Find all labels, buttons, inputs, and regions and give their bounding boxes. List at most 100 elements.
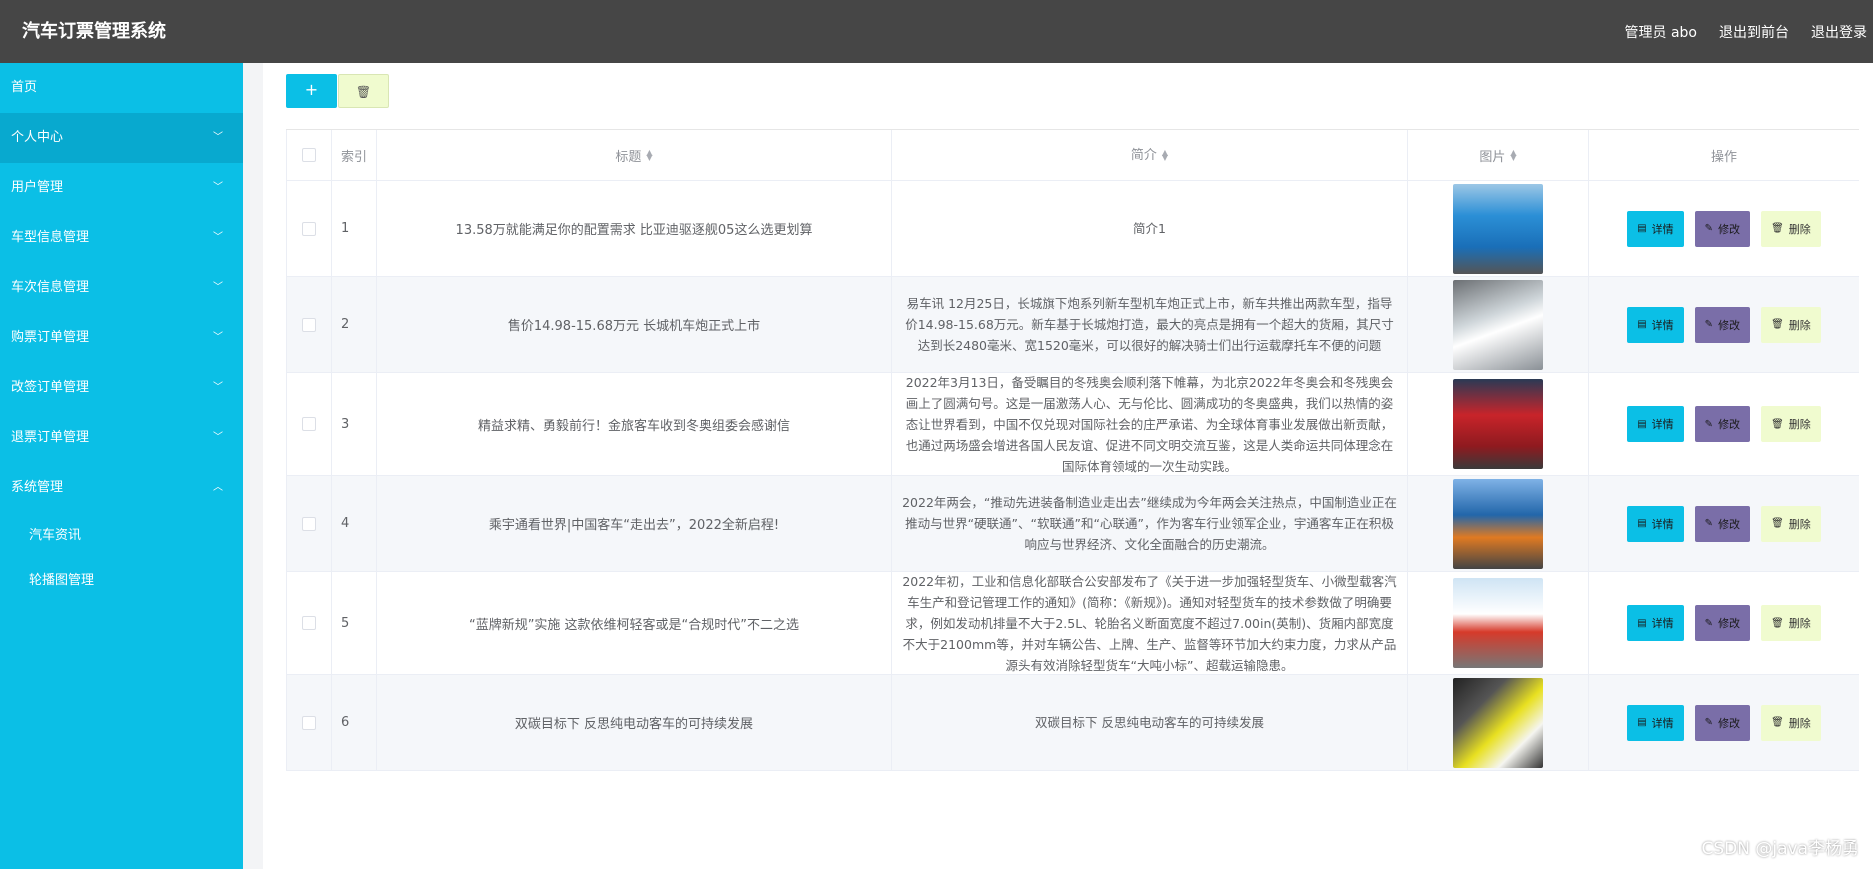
row-thumbnail: [1453, 677, 1543, 768]
sidebar-subitem-car-news[interactable]: 汽车资讯: [0, 513, 243, 558]
detail-button[interactable]: ▤ 详情: [1627, 306, 1684, 343]
detail-button[interactable]: ▤ 详情: [1627, 605, 1684, 641]
col-intro-label: 简介: [1130, 147, 1157, 163]
row-title: 售价14.98-15.68万元 长城机车炮正式上市: [377, 277, 892, 372]
row-intro: 简介1: [892, 181, 1408, 276]
row-checkbox[interactable]: [302, 715, 316, 730]
delete-button[interactable]: 🗑 删除: [1761, 704, 1821, 741]
trash-icon: 🗑: [1771, 717, 1784, 728]
row-image-cell: [1408, 572, 1589, 674]
row-select-cell[interactable]: [286, 476, 332, 571]
row-select-cell[interactable]: [286, 675, 332, 770]
row-thumbnail: [1453, 379, 1543, 469]
detail-button[interactable]: ▤ 详情: [1627, 406, 1684, 442]
row-actions: ▤ 详情 ✎ 修改 🗑 删除: [1589, 181, 1859, 276]
sidebar-subitem-carousel[interactable]: 轮播图管理: [0, 558, 243, 603]
select-all-cell[interactable]: [286, 130, 332, 180]
pencil-icon: ✎: [1704, 717, 1714, 728]
edit-button[interactable]: ✎ 修改: [1694, 605, 1751, 641]
detail-label: 详情: [1651, 617, 1674, 630]
row-actions: ▤ 详情 ✎ 修改 🗑 删除: [1589, 373, 1859, 475]
add-button[interactable]: +: [286, 74, 337, 108]
delete-label: 删除: [1788, 517, 1811, 531]
sidebar-item-change-orders[interactable]: 改签订单管理 ﹀: [0, 363, 243, 413]
logout-link[interactable]: 退出登录: [1811, 22, 1867, 42]
row-intro: 双碳目标下 反思纯电动客车的可持续发展: [892, 675, 1408, 770]
sort-icon[interactable]: ▲ ▼: [646, 149, 652, 162]
table-row: 6 双碳目标下 反思纯电动客车的可持续发展 双碳目标下 反思纯电动客车的可持续发…: [286, 675, 1859, 771]
edit-button[interactable]: ✎ 修改: [1694, 210, 1751, 247]
admin-label: 管理员 abo: [1624, 24, 1697, 41]
pencil-icon: ✎: [1704, 223, 1714, 234]
sidebar-item-label: 退票订单管理: [11, 430, 90, 445]
chevron-down-icon: ﹀: [213, 132, 223, 143]
sidebar-item-trips[interactable]: 车次信息管理 ﹀: [0, 263, 243, 313]
sidebar-item-vehicle-type[interactable]: 车型信息管理 ﹀: [0, 213, 243, 263]
batch-delete-button[interactable]: 🗑: [338, 74, 389, 108]
row-select-cell[interactable]: [286, 572, 332, 674]
row-checkbox[interactable]: [302, 317, 316, 332]
document-icon: ▤: [1637, 418, 1647, 430]
edit-label: 修改: [1718, 517, 1741, 531]
row-thumbnail: [1453, 279, 1543, 370]
detail-button[interactable]: ▤ 详情: [1627, 505, 1684, 542]
sidebar-item-user-management[interactable]: 用户管理 ﹀: [0, 163, 243, 213]
pencil-icon: ✎: [1704, 518, 1714, 529]
detail-label: 详情: [1651, 318, 1674, 332]
sidebar-item-personal-center[interactable]: 个人中心 ﹀: [0, 113, 243, 163]
row-thumbnail: [1453, 183, 1543, 274]
delete-button[interactable]: 🗑 删除: [1761, 210, 1821, 247]
row-checkbox[interactable]: [302, 417, 316, 431]
pencil-icon: ✎: [1704, 319, 1714, 330]
col-image[interactable]: 图片 ▲ ▼: [1408, 130, 1589, 180]
edit-button[interactable]: ✎ 修改: [1694, 406, 1751, 442]
edit-button[interactable]: ✎ 修改: [1694, 704, 1751, 741]
sidebar-item-home[interactable]: 首页: [0, 63, 243, 113]
select-all-checkbox[interactable]: [302, 148, 316, 162]
row-index: 1: [332, 181, 377, 276]
row-thumbnail: [1453, 478, 1543, 569]
chevron-down-icon: ﹀: [213, 282, 223, 293]
chevron-down-icon: ﹀: [213, 432, 223, 443]
row-checkbox[interactable]: [302, 616, 316, 630]
trash-icon: 🗑: [1771, 518, 1784, 529]
row-checkbox[interactable]: [302, 221, 316, 236]
sort-icon[interactable]: ▲ ▼: [1510, 149, 1516, 162]
sidebar-item-ticket-orders[interactable]: 购票订单管理 ﹀: [0, 313, 243, 363]
document-icon: ▤: [1637, 617, 1647, 629]
trash-icon: 🗑: [1771, 319, 1784, 330]
edit-label: 修改: [1718, 418, 1741, 431]
detail-button[interactable]: ▤ 详情: [1627, 704, 1684, 741]
col-title[interactable]: 标题 ▲ ▼: [377, 130, 892, 180]
table-row: 1 13.58万就能满足你的配置需求 比亚迪驱逐舰05这么选更划算 简介1 ▤ 详…: [286, 181, 1859, 277]
sidebar-item-label: 车次信息管理: [11, 280, 90, 295]
trash-icon: 🗑: [1771, 617, 1784, 629]
delete-button[interactable]: 🗑 删除: [1761, 505, 1821, 542]
sidebar: 首页 个人中心 ﹀ 用户管理 ﹀ 车型信息管理 ﹀ 车次信息管理 ﹀ 购票订单管理 ﹀ 改…: [0, 63, 243, 869]
edit-button[interactable]: ✎ 修改: [1694, 505, 1751, 542]
row-index: 3: [332, 373, 377, 475]
row-select-cell[interactable]: [286, 373, 332, 475]
pencil-icon: ✎: [1704, 617, 1714, 629]
back-to-front-link[interactable]: 退出到前台: [1719, 22, 1789, 42]
sidebar-item-refund-orders[interactable]: 退票订单管理 ﹀: [0, 413, 243, 463]
row-intro: 2022年两会，“推动先进装备制造业走出去”继续成为今年两会关注热点，中国制造业…: [892, 476, 1408, 571]
document-icon: ▤: [1637, 223, 1647, 234]
row-checkbox[interactable]: [302, 516, 316, 531]
delete-button[interactable]: 🗑 删除: [1761, 605, 1821, 641]
sidebar-item-system[interactable]: 系统管理 ︿: [0, 463, 243, 513]
row-intro: 2022年初，工业和信息化部联合公安部发布了《关于进一步加强轻型货车、小微型载客…: [892, 572, 1408, 674]
sidebar-item-label: 轮播图管理: [29, 573, 95, 588]
detail-button[interactable]: ▤ 详情: [1627, 210, 1684, 247]
row-select-cell[interactable]: [286, 277, 332, 372]
row-intro: 2022年3月13日，备受瞩目的冬残奥会顺利落下帷幕，为北京2022年冬奥会和冬…: [892, 373, 1408, 475]
edit-button[interactable]: ✎ 修改: [1694, 306, 1751, 343]
row-select-cell[interactable]: [286, 181, 332, 276]
delete-button[interactable]: 🗑 删除: [1761, 306, 1821, 343]
delete-button[interactable]: 🗑 删除: [1761, 406, 1821, 442]
col-intro[interactable]: 简介 ▲ ▼: [892, 130, 1408, 180]
chevron-down-icon: ﹀: [213, 232, 223, 243]
sort-icon[interactable]: ▲ ▼: [1162, 149, 1168, 162]
row-title: 双碳目标下 反思纯电动客车的可持续发展: [377, 675, 892, 770]
detail-label: 详情: [1651, 418, 1674, 431]
